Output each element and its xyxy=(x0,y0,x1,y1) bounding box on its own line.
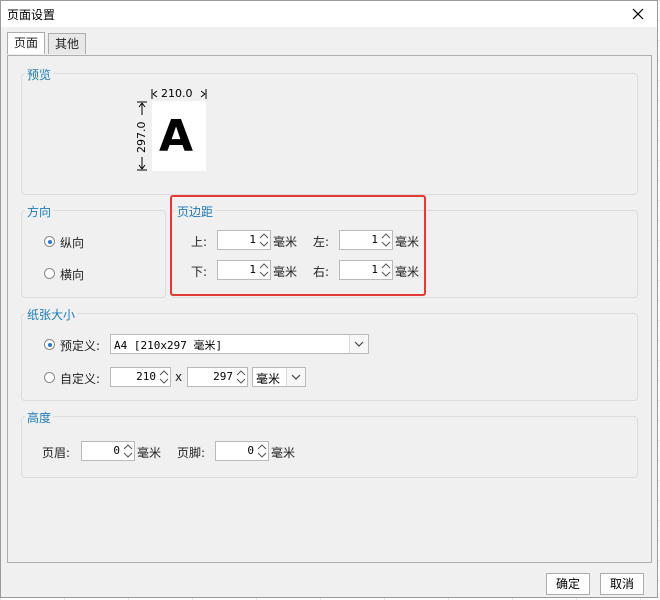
cancel-button[interactable]: 取消 xyxy=(600,573,644,595)
margin-top-label: 上: xyxy=(191,235,208,249)
custom-unit-value: 毫米 xyxy=(256,372,281,386)
margin-right-value: 1 xyxy=(371,263,378,276)
footer-spinner-icon[interactable] xyxy=(256,442,268,460)
preview-group-title: 预览 xyxy=(25,66,54,83)
margin-right-spinner-icon[interactable] xyxy=(380,261,392,279)
width-label: 210.0 xyxy=(161,87,193,100)
margin-left-value: 1 xyxy=(371,233,378,246)
custom-width-input[interactable]: 210 xyxy=(110,367,171,387)
predefined-label: 预定义: xyxy=(60,339,101,353)
footer-label: 页脚: xyxy=(177,446,206,460)
margin-right-input[interactable]: 1 xyxy=(339,260,393,280)
portrait-label: 纵向 xyxy=(60,236,85,250)
height-group-title: 高度 xyxy=(25,409,54,426)
footer-input[interactable]: 0 xyxy=(215,441,269,461)
margin-bottom-value: 1 xyxy=(249,263,256,276)
margin-bottom-spinner-icon[interactable] xyxy=(258,261,270,279)
orientation-group-title: 方向 xyxy=(25,203,54,220)
custom-width-value: 210 xyxy=(136,370,156,383)
custom-height-spinner-icon[interactable] xyxy=(235,368,247,386)
margin-right-label: 右: xyxy=(313,265,330,279)
margin-top-input[interactable]: 1 xyxy=(217,230,271,250)
title-bar: 页面设置 xyxy=(1,1,657,27)
footer-unit: 毫米 xyxy=(271,446,296,460)
margin-bottom-input[interactable]: 1 xyxy=(217,260,271,280)
preview-group xyxy=(21,73,638,195)
footer-value: 0 xyxy=(247,444,254,457)
paper-predefined-select[interactable]: A4 [210x297 毫米] xyxy=(110,334,369,354)
chevron-down-icon[interactable] xyxy=(349,335,368,353)
landscape-radio[interactable] xyxy=(44,268,55,279)
landscape-label: 横向 xyxy=(60,268,85,282)
page-setup-dialog: 页面设置 页面 其他 预览 A 210.0 297.0 方向 纵向 横向 页边距… xyxy=(0,0,658,598)
margin-right-unit: 毫米 xyxy=(395,265,420,279)
preview-letter: A xyxy=(159,111,194,162)
header-value: 0 xyxy=(113,444,120,457)
header-unit: 毫米 xyxy=(137,446,162,460)
portrait-radio[interactable] xyxy=(44,236,55,247)
margin-bottom-label: 下: xyxy=(191,265,208,279)
ok-button[interactable]: 确定 xyxy=(546,573,590,595)
custom-x-label: x xyxy=(175,370,183,384)
margins-group-title: 页边距 xyxy=(175,203,216,220)
margins-group xyxy=(171,210,638,298)
margin-left-spinner-icon[interactable] xyxy=(380,231,392,249)
dialog-title: 页面设置 xyxy=(7,8,56,22)
close-icon xyxy=(632,8,644,20)
custom-unit-select[interactable]: 毫米 xyxy=(252,367,306,387)
margin-bottom-unit: 毫米 xyxy=(273,265,298,279)
margin-top-value: 1 xyxy=(249,233,256,246)
paper-size-group xyxy=(21,313,638,401)
unit-chevron-down-icon[interactable] xyxy=(286,368,305,386)
custom-height-input[interactable]: 297 xyxy=(187,367,248,387)
paper-predefined-value: A4 [210x297 毫米] xyxy=(114,339,223,352)
margin-top-spinner-icon[interactable] xyxy=(258,231,270,249)
header-spinner-icon[interactable] xyxy=(122,442,134,460)
margin-left-unit: 毫米 xyxy=(395,235,420,249)
margin-left-label: 左: xyxy=(313,235,330,249)
custom-label: 自定义: xyxy=(60,372,101,386)
header-label: 页眉: xyxy=(42,446,71,460)
custom-radio[interactable] xyxy=(44,372,55,383)
tab-page[interactable]: 页面 xyxy=(7,32,45,54)
tab-other[interactable]: 其他 xyxy=(48,33,86,54)
orientation-group xyxy=(21,210,166,298)
close-button[interactable] xyxy=(623,1,653,27)
custom-width-spinner-icon[interactable] xyxy=(158,368,170,386)
predefined-radio[interactable] xyxy=(44,339,55,350)
paper-size-group-title: 纸张大小 xyxy=(25,306,78,323)
custom-height-value: 297 xyxy=(213,370,233,383)
height-label: 297.0 xyxy=(135,121,148,154)
margin-left-input[interactable]: 1 xyxy=(339,230,393,250)
margin-top-unit: 毫米 xyxy=(273,235,298,249)
header-input[interactable]: 0 xyxy=(81,441,135,461)
